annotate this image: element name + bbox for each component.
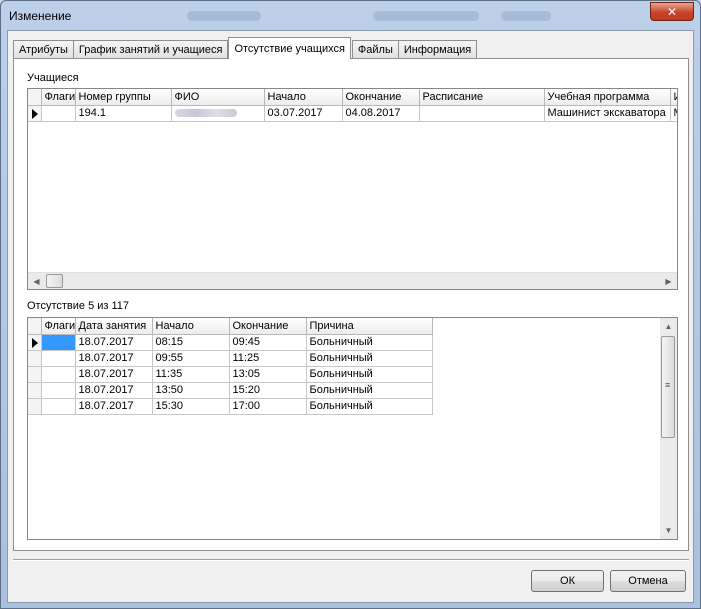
tab-schedule-students[interactable]: График занятий и учащиеся [72,40,229,59]
row-pointer-icon [32,337,38,348]
table-row[interactable]: 18.07.2017 13:50 15:20 Больничный [28,382,433,399]
cell-group-number[interactable]: 194.1 [75,105,172,122]
absence-vertical-scrollbar[interactable]: ▲ ≡ ▼ [660,318,677,539]
cell-flags[interactable] [41,398,76,415]
table-row[interactable]: 194.1 03.07.2017 04.08.2017 Машинист экс… [28,105,677,122]
row-header[interactable] [28,350,42,367]
cell-lesson-date[interactable]: 18.07.2017 [75,334,153,351]
title-bar[interactable]: Изменение ✕ [1,1,700,31]
redacted-name [174,109,237,118]
tab-panel-absence: Учащиеся Флаги Номер группы ФИО Начало О… [13,58,689,551]
scroll-down-icon[interactable]: ▼ [660,522,677,539]
row-header[interactable] [28,366,42,383]
cell-end[interactable]: 13:05 [229,366,307,383]
column-header-extra[interactable]: И [670,89,677,106]
row-pointer-icon [32,108,38,119]
tab-strip: Атрибуты График занятий и учащиеся Отсут… [13,37,478,59]
close-button[interactable]: ✕ [650,2,694,21]
scroll-up-icon[interactable]: ▲ [660,318,677,335]
absence-header-row: Флаги Дата занятия Начало Окончание Прич… [28,318,433,335]
cell-start[interactable]: 03.07.2017 [264,105,343,122]
tab-attributes[interactable]: Атрибуты [13,40,74,59]
column-header-reason[interactable]: Причина [306,318,433,335]
cell-flags[interactable] [41,105,76,122]
students-label: Учащиеся [27,72,79,84]
cell-start[interactable]: 09:55 [152,350,230,367]
column-header-flags[interactable]: Флаги [41,89,76,106]
tab-files[interactable]: Файлы [351,40,399,59]
cell-reason[interactable]: Больничный [306,398,433,415]
students-horizontal-scrollbar[interactable]: ◀ ▶ [28,272,677,289]
cell-extra[interactable]: М [670,105,677,122]
cell-lesson-date[interactable]: 18.07.2017 [75,366,153,383]
cell-reason[interactable]: Больничный [306,366,433,383]
column-header-flags[interactable]: Флаги [41,318,76,335]
title-redacted-segment [501,11,551,21]
cell-flags-selected[interactable] [41,334,76,351]
column-header-full-name[interactable]: ФИО [171,89,265,106]
cell-reason[interactable]: Больничный [306,334,433,351]
row-header-corner [28,89,42,106]
cell-full-name[interactable] [171,105,265,122]
dialog-window: Изменение ✕ Атрибуты График занятий и уч… [0,0,701,609]
cell-lesson-date[interactable]: 18.07.2017 [75,398,153,415]
ok-button[interactable]: ОК [531,570,604,592]
cell-program[interactable]: Машинист экскаватора [544,105,671,122]
column-header-start[interactable]: Начало [152,318,230,335]
cell-lesson-date[interactable]: 18.07.2017 [75,350,153,367]
tab-student-absence[interactable]: Отсутствие учащихся [228,37,351,59]
absence-label: Отсутствие 5 из 117 [27,300,130,312]
table-row[interactable]: 18.07.2017 11:35 13:05 Больничный [28,366,433,383]
cell-lesson-date[interactable]: 18.07.2017 [75,382,153,399]
tab-information[interactable]: Информация [397,40,478,59]
cell-end[interactable]: 15:20 [229,382,307,399]
close-icon: ✕ [666,4,678,19]
row-header[interactable] [28,334,42,351]
row-header[interactable] [28,398,42,415]
column-header-end[interactable]: Окончание [229,318,307,335]
grip-icon: ≡ [665,380,670,390]
title-redacted-segment [373,11,479,21]
cell-flags[interactable] [41,366,76,383]
table-row[interactable]: 18.07.2017 09:55 11:25 Больничный [28,350,433,367]
row-header[interactable] [28,105,42,122]
cell-flags[interactable] [41,382,76,399]
window-title: Изменение [9,9,72,23]
cell-schedule[interactable] [419,105,545,122]
cell-start[interactable]: 11:35 [152,366,230,383]
column-header-schedule[interactable]: Расписание [419,89,545,106]
column-header-group-number[interactable]: Номер группы [75,89,172,106]
students-header-row: Флаги Номер группы ФИО Начало Окончание … [28,89,677,106]
students-table: Флаги Номер группы ФИО Начало Окончание … [28,89,677,122]
students-grid[interactable]: Флаги Номер группы ФИО Начало Окончание … [27,88,678,290]
scroll-left-icon[interactable]: ◀ [28,273,45,289]
scroll-right-icon[interactable]: ▶ [660,273,677,289]
column-header-end[interactable]: Окончание [342,89,420,106]
cell-flags[interactable] [41,350,76,367]
cancel-button[interactable]: Отмена [610,570,686,592]
column-header-lesson-date[interactable]: Дата занятия [75,318,153,335]
cell-end[interactable]: 11:25 [229,350,307,367]
cell-start[interactable]: 08:15 [152,334,230,351]
scroll-thumb[interactable] [46,274,63,288]
row-header-corner [28,318,42,335]
scroll-thumb[interactable]: ≡ [661,336,675,438]
absence-grid[interactable]: Флаги Дата занятия Начало Окончание Прич… [27,317,678,540]
cell-start[interactable]: 15:30 [152,398,230,415]
table-row[interactable]: 18.07.2017 08:15 09:45 Больничный [28,334,433,351]
cell-end[interactable]: 17:00 [229,398,307,415]
title-redacted-segment [187,11,261,21]
absence-table: Флаги Дата занятия Начало Окончание Прич… [28,318,433,415]
cell-reason[interactable]: Больничный [306,350,433,367]
column-header-program[interactable]: Учебная программа [544,89,671,106]
cell-end[interactable]: 04.08.2017 [342,105,420,122]
dialog-client-area: Атрибуты График занятий и учащиеся Отсут… [7,30,694,603]
cell-end[interactable]: 09:45 [229,334,307,351]
cell-reason[interactable]: Больничный [306,382,433,399]
cell-start[interactable]: 13:50 [152,382,230,399]
table-row[interactable]: 18.07.2017 15:30 17:00 Больничный [28,398,433,415]
column-header-start[interactable]: Начало [264,89,343,106]
footer-separator [13,559,689,561]
row-header[interactable] [28,382,42,399]
